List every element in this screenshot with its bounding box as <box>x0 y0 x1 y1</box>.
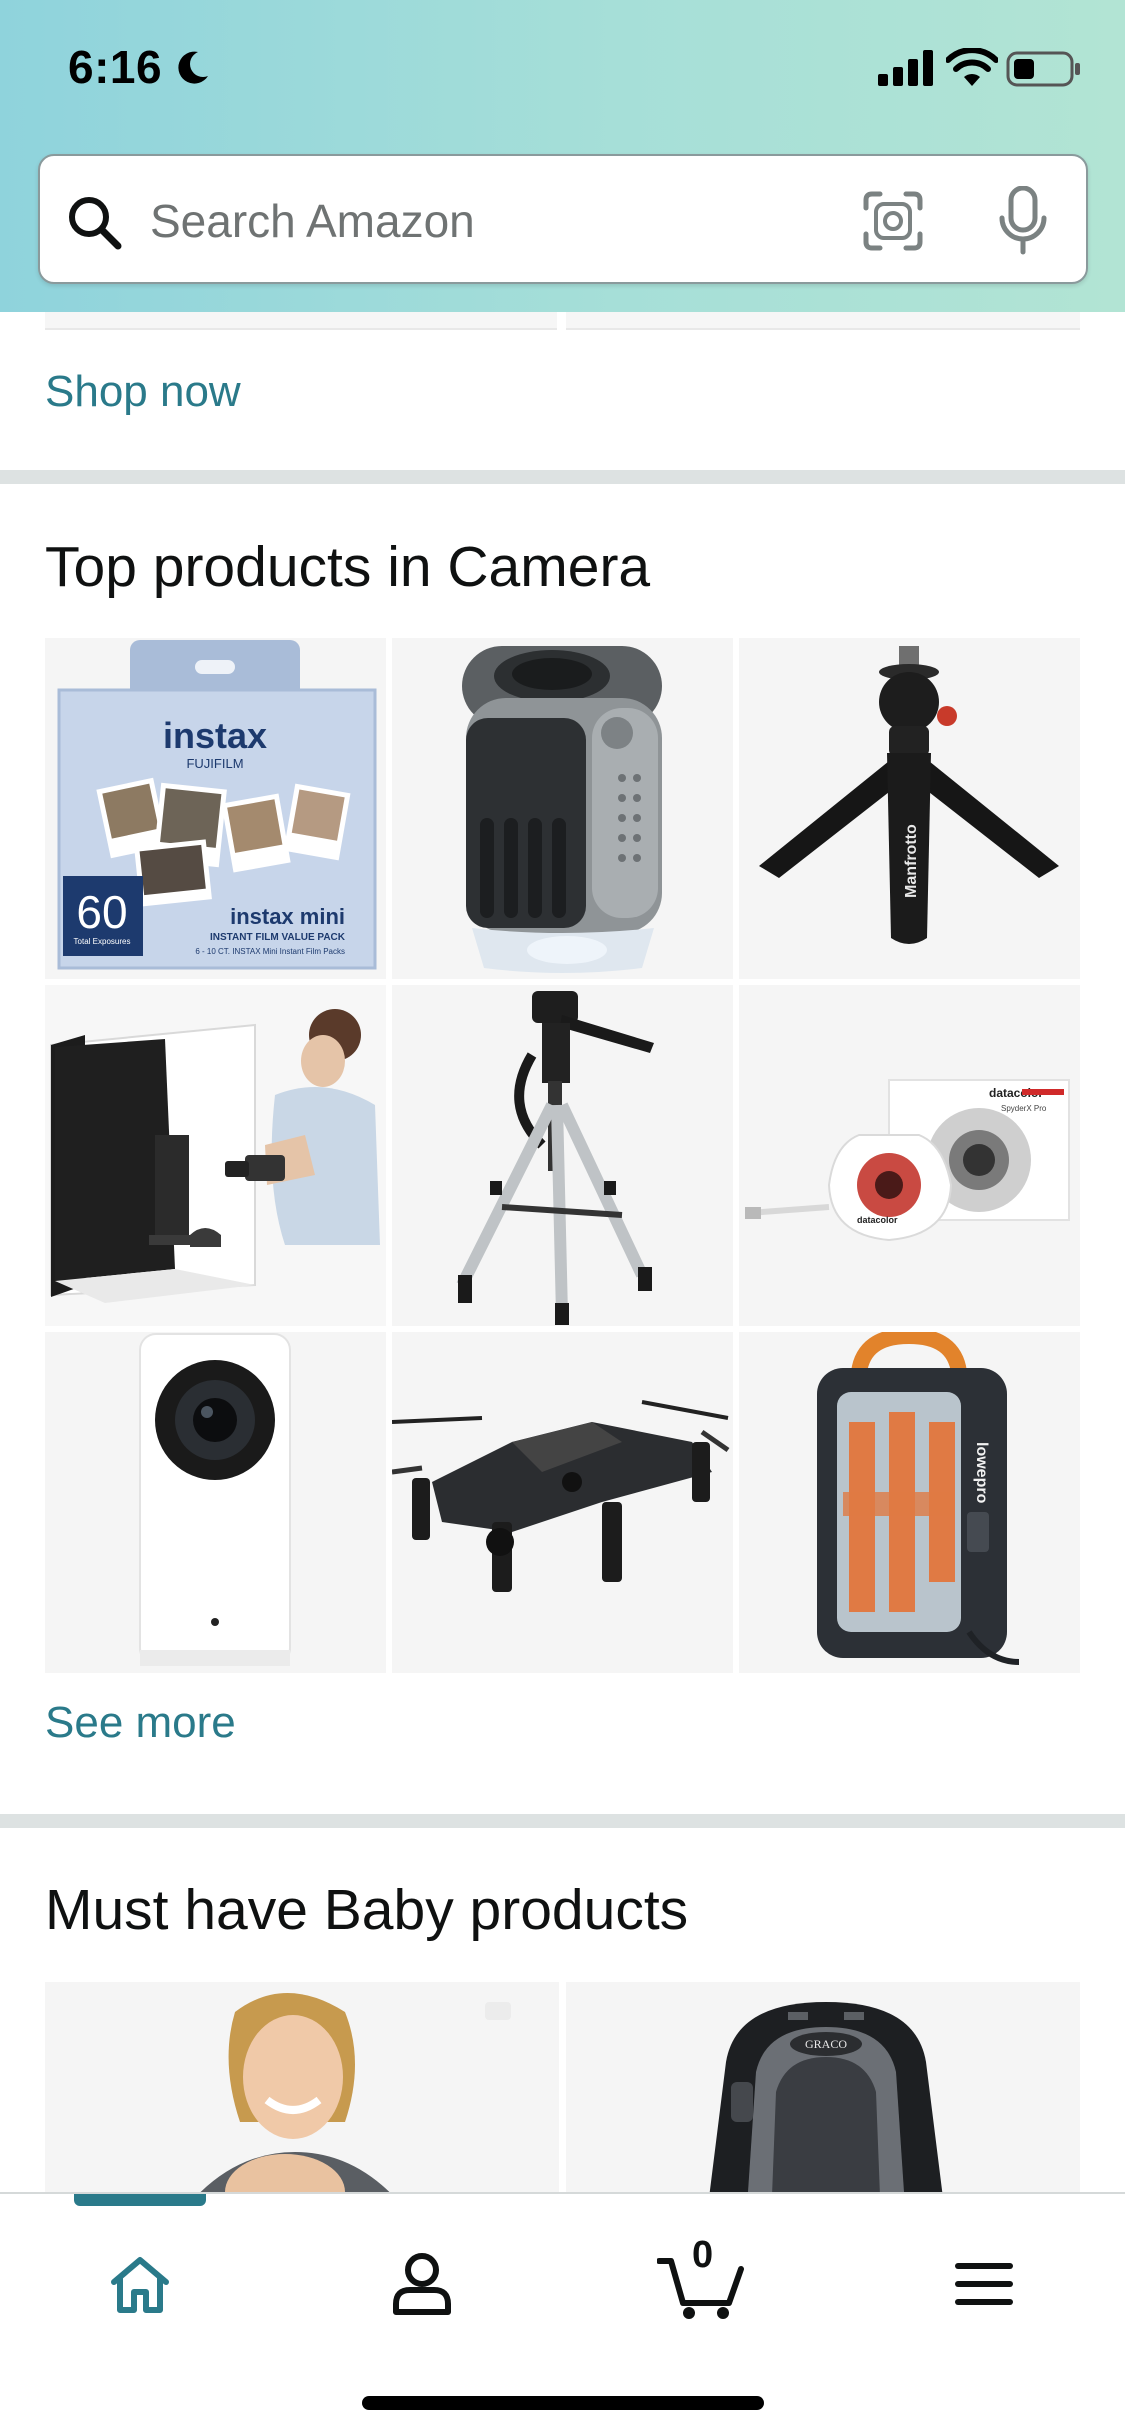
home-indicator-bar[interactable] <box>362 2396 764 2410</box>
security-camera-tile[interactable] <box>45 1332 386 1673</box>
exposure-count-sub-text: Total Exposures <box>74 937 131 946</box>
camera-lens-icon[interactable] <box>862 190 924 252</box>
home-feed: Shop now Top products in Camera instax F… <box>0 312 1125 2192</box>
pocket-microscope-tile[interactable] <box>392 638 733 979</box>
see-more-link[interactable]: See more <box>45 1698 236 1748</box>
search-bar[interactable] <box>38 154 1088 284</box>
battery-icon <box>1006 51 1080 87</box>
car-seat-tile[interactable]: GRACO <box>566 1982 1080 2192</box>
nav-menu-button[interactable] <box>924 2234 1044 2334</box>
status-time: 6:16 <box>68 41 163 93</box>
baby-product-row: GRACO <box>45 1982 1080 2192</box>
previous-card-images <box>45 312 1080 330</box>
camera-section-title: Top products in Camera <box>45 535 651 599</box>
shop-now-link[interactable]: Shop now <box>45 367 241 417</box>
photo-light-box-tile[interactable] <box>45 985 386 1326</box>
exposure-count-text: 60 <box>76 886 127 938</box>
color-calibrator-tile[interactable]: datacolor SpyderX Pro datacolor <box>739 985 1080 1326</box>
instax-mini-text: instax mini <box>230 904 345 929</box>
moon-icon <box>178 51 208 84</box>
value-pack-text: INSTANT FILM VALUE PACK <box>210 932 346 943</box>
baby-carrier-tile[interactable] <box>45 1982 559 2192</box>
home-icon <box>111 2257 169 2313</box>
instax-brand-text: instax <box>163 715 267 756</box>
spyderx-pro-text: SpyderX Pro <box>1001 1104 1047 1113</box>
camera-pouch-tile[interactable]: lowepro <box>739 1332 1080 1673</box>
search-icon <box>69 197 122 250</box>
lowepro-text: lowepro <box>973 1442 990 1504</box>
account-icon <box>393 2253 451 2315</box>
camera-product-grid: instax FUJIFILM 60 Total Exposures insta… <box>45 638 1080 1673</box>
section-divider <box>0 470 1125 484</box>
manfrotto-text: Manfrotto <box>903 824 920 898</box>
pack-detail-text: 6 - 10 CT. INSTAX Mini Instant Film Pack… <box>195 947 345 956</box>
wifi-icon <box>946 48 998 86</box>
active-tab-indicator <box>74 2194 206 2206</box>
nav-home-button[interactable] <box>80 2234 200 2334</box>
mini-tripod-tile[interactable]: Manfrotto <box>739 638 1080 979</box>
hamburger-menu-icon <box>955 2263 1013 2305</box>
datacolor-device-text: datacolor <box>857 1215 898 1225</box>
nav-account-button[interactable] <box>362 2234 482 2334</box>
camera-tripod-tile[interactable] <box>392 985 733 1326</box>
drone-tile[interactable] <box>392 1332 733 1673</box>
section-divider <box>0 1814 1125 1828</box>
instax-film-pack-tile[interactable]: instax FUJIFILM 60 Total Exposures insta… <box>45 638 386 979</box>
cellular-signal-icon <box>878 50 933 86</box>
cart-count-badge: 0 <box>692 2234 714 2276</box>
search-input[interactable] <box>150 184 840 258</box>
baby-section-title: Must have Baby products <box>45 1878 689 1942</box>
bottom-navigation: 0 <box>0 2192 1125 2436</box>
graco-text: GRACO <box>805 2037 847 2051</box>
fujifilm-text: FUJIFILM <box>186 756 243 771</box>
nav-cart-button[interactable]: 0 <box>642 2234 762 2334</box>
header: 6:16 <box>0 0 1125 312</box>
status-bar: 6:16 <box>0 0 1125 140</box>
microphone-icon[interactable] <box>998 186 1048 256</box>
